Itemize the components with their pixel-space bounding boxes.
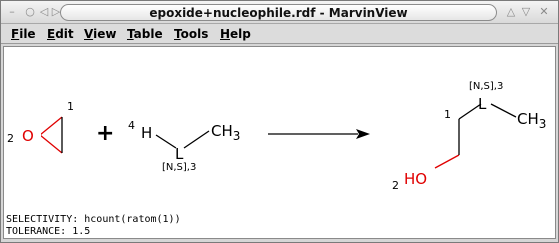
atom-l: L — [175, 145, 184, 163]
atom-l: L — [478, 95, 487, 113]
tolerance-text: TOLERANCE: 1.5 — [6, 226, 91, 237]
menu-edit[interactable]: Edit — [47, 27, 74, 41]
close-circle-icon[interactable]: ○ — [23, 5, 37, 19]
map-number-2: 2 — [7, 132, 14, 145]
bond-l-ch3 — [490, 103, 517, 118]
query-property-label: [N,S],3 — [162, 162, 196, 173]
menu-tools[interactable]: Tools — [174, 27, 208, 41]
restore-arrow-icon[interactable]: ▽ — [519, 5, 533, 19]
atom-ho: HO — [404, 170, 427, 188]
menu-view[interactable]: View — [84, 27, 116, 41]
map-number-1: 1 — [67, 100, 74, 113]
window-title: epoxide+nucleophile.rdf - MarvinView — [149, 6, 408, 20]
molecule-canvas[interactable]: O 2 1 + 4 H L [N,S],3 CH3 HO 2 1 L [N,S]… — [3, 46, 556, 239]
plus-sign: + — [96, 121, 114, 146]
atom-ch3: CH3 — [517, 110, 546, 131]
selectivity-text: SELECTIVITY: hcount(ratom(1)) — [6, 214, 181, 225]
nucleophile-reactant: 4 H L [N,S],3 CH3 — [128, 119, 240, 173]
query-property-label: [N,S],3 — [469, 81, 503, 92]
bond-o-c1 — [39, 116, 63, 136]
map-number-2: 2 — [392, 179, 399, 192]
bond-o-c — [434, 154, 460, 169]
bond-o-c2 — [39, 134, 63, 154]
map-number-1: 1 — [444, 108, 451, 121]
map-number-4: 4 — [128, 119, 135, 132]
arrow-head-icon — [356, 129, 370, 139]
epoxide-reactant: O 2 1 — [7, 100, 74, 154]
close-icon[interactable]: ✕ — [537, 5, 551, 19]
reaction-drawing: O 2 1 + 4 H L [N,S],3 CH3 HO 2 1 L [N,S]… — [7, 81, 546, 192]
window-title-pill: epoxide+nucleophile.rdf - MarvinView — [60, 4, 497, 21]
title-bar[interactable]: – ○ ◁ ▷ epoxide+nucleophile.rdf - Marvin… — [1, 1, 558, 24]
menu-table[interactable]: Table — [127, 27, 163, 41]
menu-file[interactable]: File — [11, 27, 36, 41]
shade-arrow-icon[interactable]: △ — [504, 5, 518, 19]
window-menu-icon[interactable]: – — [5, 5, 19, 19]
product: HO 2 1 L [N,S],3 CH3 — [392, 81, 546, 192]
bond-l-ch3 — [183, 130, 210, 149]
atom-ch3: CH3 — [211, 122, 240, 143]
reaction-arrow — [268, 129, 370, 139]
menu-bar: File Edit View Table Tools Help — [1, 24, 558, 44]
atom-h: H — [141, 124, 152, 142]
marvinview-window: – ○ ◁ ▷ epoxide+nucleophile.rdf - Marvin… — [0, 0, 559, 243]
atom-o: O — [22, 127, 34, 145]
bond-h-l — [155, 134, 177, 149]
menu-help[interactable]: Help — [220, 27, 251, 41]
